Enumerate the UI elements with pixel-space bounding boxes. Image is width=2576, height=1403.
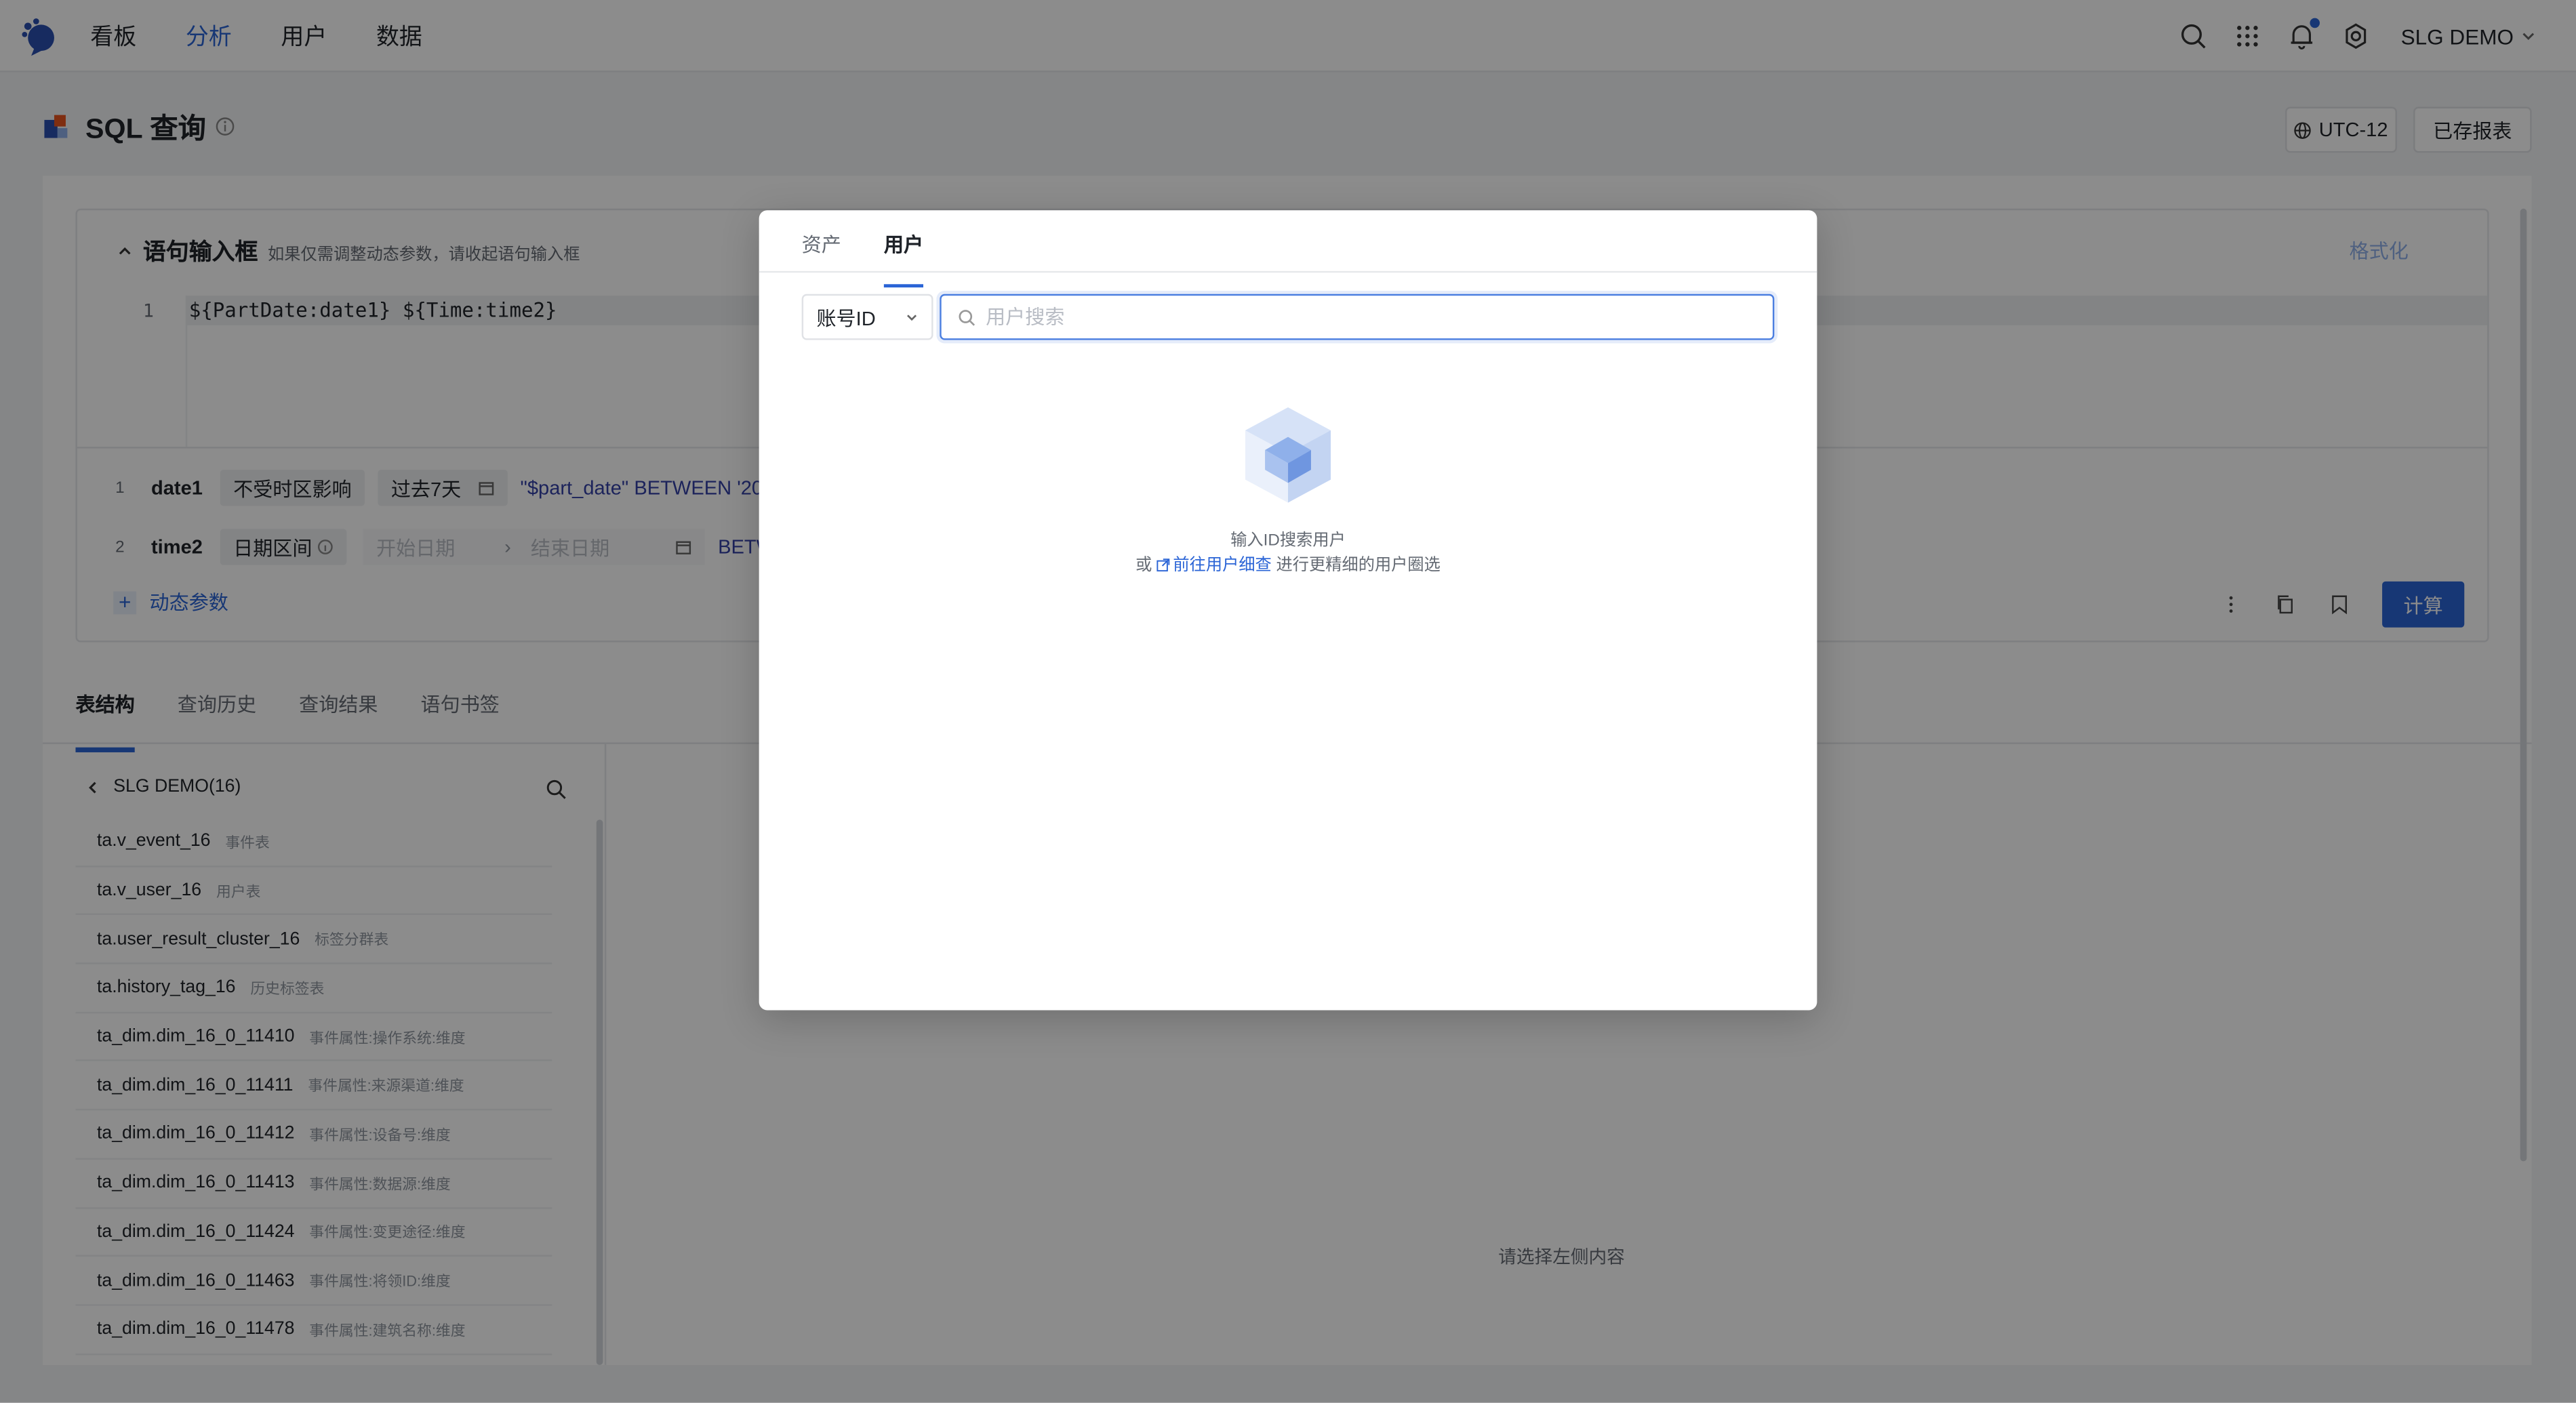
empty-hint-link-line: 或 前往用户细查 进行更精细的用户圈选 [759,550,1817,575]
chevron-down-icon [907,314,917,321]
empty-state-cube-icon [1245,407,1331,503]
modal-tabs-divider [759,270,1817,273]
modal-tabs: 资产 用户 [802,230,966,288]
search-icon [959,308,975,325]
tab-users[interactable]: 用户 [883,230,924,288]
id-type-select[interactable]: 账号ID [801,293,933,340]
id-type-value: 账号ID [816,306,876,329]
user-detail-link-label: 前往用户细查 [1173,556,1272,575]
user-search-modal: 资产 用户 账号ID 输入ID搜索用户 或 前往用户细查 进行更精细的用户圈选 [759,210,1817,1011]
user-search-field[interactable] [940,293,1775,340]
tab-assets[interactable]: 资产 [802,230,841,274]
empty-hint: 输入ID搜索用户 [1230,532,1346,550]
user-detail-link[interactable]: 前往用户细查 [1156,557,1276,575]
hint-prefix: 或 [1135,556,1152,575]
hint-suffix: 进行更精细的用户圈选 [1276,556,1441,575]
user-search-input[interactable] [986,305,1758,329]
external-link-icon [1156,558,1170,572]
